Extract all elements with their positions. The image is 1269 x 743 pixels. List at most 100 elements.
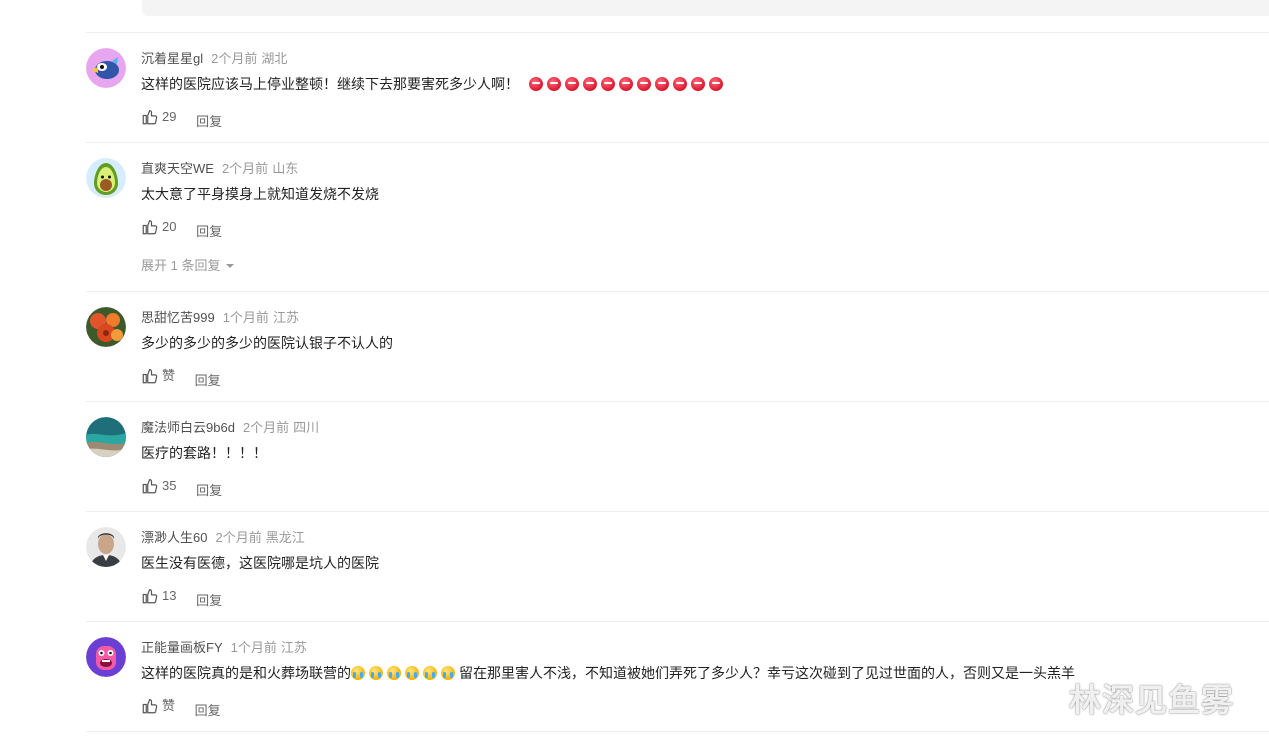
like-count: 35	[162, 478, 177, 493]
portrait-avatar-icon	[86, 527, 126, 567]
comment-text: 多少的多少的多少的医院认银子不认人的	[141, 335, 393, 351]
angry-face-icon	[582, 77, 597, 91]
like-count: 20	[162, 219, 177, 234]
watermark: 林深见鱼雾	[1069, 682, 1235, 718]
comment-text: 医生没有医德，这医院哪是坑人的医院	[141, 555, 379, 571]
like-button[interactable]: 20	[141, 218, 176, 236]
comment-text: 太大意了平身摸身上就知道发烧不发烧	[141, 186, 379, 202]
angry-emoji-row	[528, 76, 727, 92]
timestamp: 2个月前	[215, 530, 262, 545]
expand-replies-label: 展开 1 条回复	[141, 258, 221, 273]
timestamp: 2个月前	[211, 51, 258, 66]
angry-face-icon	[564, 77, 579, 91]
reply-button[interactable]: 回复	[196, 223, 222, 241]
angry-face-icon	[546, 77, 561, 91]
comment-item: 直爽天空WE 2个月前 山东 太大意了平身摸身上就知道发烧不发烧 20 回复 展开 …	[86, 143, 1269, 292]
crying-face-icon	[423, 666, 437, 680]
comment-actions: 13 回复	[141, 587, 222, 610]
location: 山东	[272, 161, 299, 176]
like-button[interactable]: 赞	[141, 367, 175, 385]
crying-emoji-row	[351, 665, 459, 681]
reply-button[interactable]: 回复	[195, 372, 221, 390]
location: 江苏	[280, 640, 307, 655]
timestamp: 1个月前	[230, 640, 277, 655]
username[interactable]: 思甜忆苦999	[141, 310, 215, 325]
comment-meta: 直爽天空WE 2个月前 山东	[141, 160, 298, 178]
landscape-avatar-icon	[86, 417, 126, 457]
username[interactable]: 正能量画板FY	[141, 640, 223, 655]
like-button[interactable]: 29	[141, 108, 176, 126]
flower-avatar-icon	[86, 307, 126, 347]
crying-face-icon	[351, 666, 365, 680]
comment-actions: 赞 回复	[141, 367, 221, 390]
like-count: 29	[162, 109, 177, 124]
crying-face-icon	[441, 666, 455, 680]
reply-button[interactable]: 回复	[196, 592, 222, 610]
avatar[interactable]	[86, 158, 126, 198]
comment-actions: 赞 回复	[141, 697, 221, 720]
comment-meta: 正能量画板FY 1个月前 江苏	[141, 639, 307, 657]
angry-face-icon	[636, 77, 651, 91]
location: 四川	[293, 420, 320, 435]
username[interactable]: 沉着星星gl	[141, 51, 203, 66]
comment-text: 医疗的套路！！！！	[141, 445, 267, 461]
reply-button[interactable]: 回复	[196, 482, 222, 500]
thumbs-up-icon	[142, 369, 158, 384]
location: 湖北	[261, 51, 288, 66]
comment-actions: 35 回复	[141, 477, 222, 500]
like-button[interactable]: 35	[141, 477, 176, 495]
comment-item: 漂渺人生60 2个月前 黑龙江 医生没有医德，这医院哪是坑人的医院 13 回复	[86, 512, 1269, 622]
comment-meta: 沉着星星gl 2个月前 湖北	[141, 50, 287, 68]
like-count: 13	[162, 588, 177, 603]
thumbs-up-icon	[142, 479, 158, 494]
like-button[interactable]: 13	[141, 587, 176, 605]
cartoon-monster-avatar-icon	[86, 637, 126, 677]
reply-button[interactable]: 回复	[195, 702, 221, 720]
like-button[interactable]: 赞	[141, 697, 175, 715]
comment-text-before: 这样的医院真的是和火葬场联营的	[141, 665, 351, 681]
caret-down-icon	[226, 264, 235, 268]
bird-avatar-icon	[86, 48, 126, 88]
avatar[interactable]	[86, 307, 126, 347]
angry-face-icon	[690, 77, 705, 91]
comment-text-body: 这样的医院应该马上停业整顿！继续下去那要害死多少人啊！	[141, 76, 519, 92]
angry-face-icon	[618, 77, 633, 91]
location: 黑龙江	[265, 530, 305, 545]
avatar[interactable]	[86, 527, 126, 567]
location: 江苏	[272, 310, 299, 325]
like-count: 赞	[162, 368, 176, 383]
timestamp: 2个月前	[242, 420, 290, 435]
avatar[interactable]	[86, 637, 126, 677]
comment-actions: 20 回复	[141, 218, 222, 241]
comment-meta: 魔法师白云9b6d 2个月前 四川	[141, 419, 319, 437]
timestamp: 1个月前	[222, 310, 269, 325]
avatar[interactable]	[86, 48, 126, 88]
comment-text: 这样的医院真的是和火葬场联营的 留在那里害人不浅，不知道被她们弄死了多少人？幸亏这…	[141, 663, 1075, 683]
comment-text-after: 留在那里害人不浅，不知道被她们弄死了多少人？幸亏这次碰到了见过世面的人，否则又是…	[459, 665, 1075, 681]
reply-button[interactable]: 回复	[196, 113, 222, 131]
comment-item: 思甜忆苦999 1个月前 江苏 多少的多少的多少的医院认银子不认人的 赞 回复	[86, 292, 1269, 402]
comment-meta: 漂渺人生60 2个月前 黑龙江	[141, 529, 305, 547]
comment-actions: 29 回复	[141, 108, 222, 131]
thumbs-up-icon	[142, 220, 158, 235]
crying-face-icon	[369, 666, 383, 680]
comment-meta: 思甜忆苦999 1个月前 江苏	[141, 309, 299, 327]
comment-item: 沉着星星gl 2个月前 湖北 这样的医院应该马上停业整顿！继续下去那要害死多少人啊！…	[86, 33, 1269, 143]
angry-face-icon	[708, 77, 723, 91]
thumbs-up-icon	[142, 110, 158, 125]
previous-comment-area	[142, 0, 1269, 16]
username[interactable]: 魔法师白云9b6d	[141, 420, 235, 435]
thumbs-up-icon	[142, 589, 158, 604]
angry-face-icon	[654, 77, 669, 91]
username[interactable]: 漂渺人生60	[141, 530, 207, 545]
expand-replies-button[interactable]: 展开 1 条回复	[141, 257, 235, 275]
comment-list: 沉着星星gl 2个月前 湖北 这样的医院应该马上停业整顿！继续下去那要害死多少人啊！…	[0, 33, 1269, 732]
avocado-avatar-icon	[86, 158, 126, 198]
angry-face-icon	[528, 77, 543, 91]
comment-text: 这样的医院应该马上停业整顿！继续下去那要害死多少人啊！	[141, 74, 727, 94]
like-count: 赞	[162, 698, 176, 713]
avatar[interactable]	[86, 417, 126, 457]
crying-face-icon	[405, 666, 419, 680]
username[interactable]: 直爽天空WE	[141, 161, 214, 176]
angry-face-icon	[672, 77, 687, 91]
